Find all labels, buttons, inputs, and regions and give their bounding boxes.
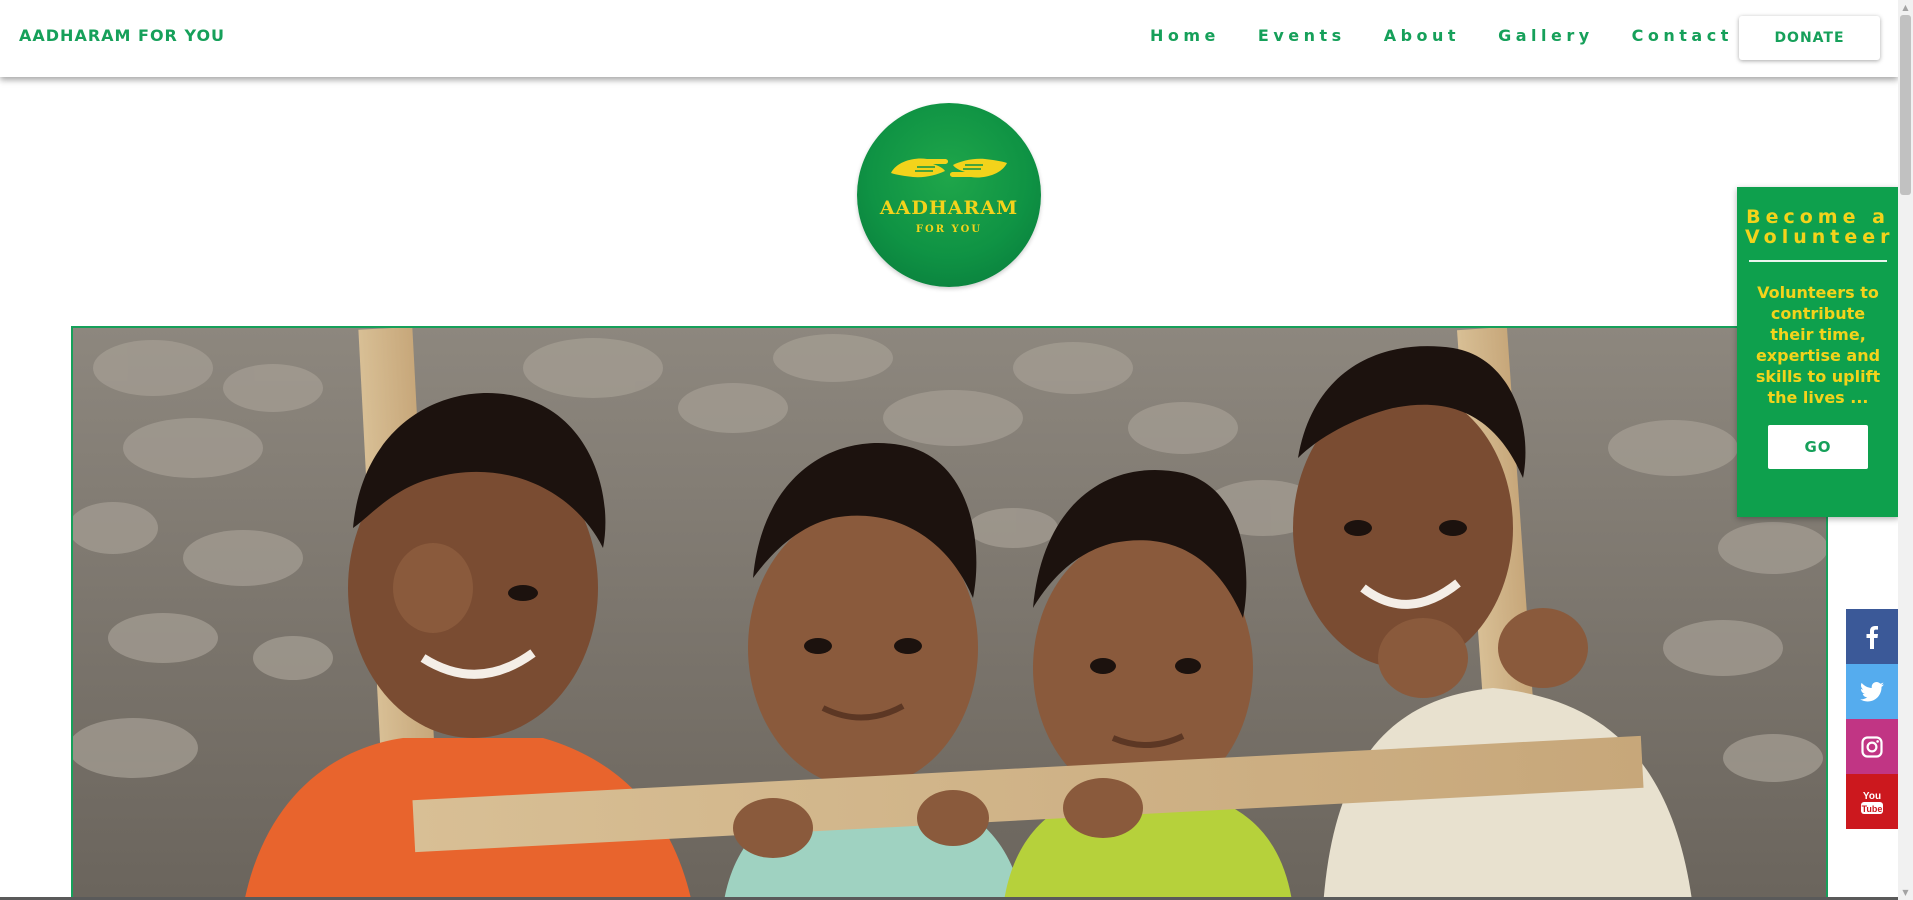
scroll-thumb[interactable] bbox=[1900, 15, 1911, 195]
nav-link-gallery[interactable]: Gallery bbox=[1498, 26, 1594, 45]
social-sidebar: You Tube bbox=[1846, 609, 1898, 829]
children-photo-illustration bbox=[73, 328, 1826, 900]
volunteer-title: Become a Volunteer bbox=[1745, 206, 1895, 248]
top-navbar: AADHARAM FOR YOU Home Events About Galle… bbox=[0, 0, 1898, 77]
nav-link-home[interactable]: Home bbox=[1150, 26, 1220, 45]
instagram-icon bbox=[1846, 719, 1898, 774]
nav-menu: Home Events About Gallery Contact bbox=[1150, 26, 1771, 45]
nav-link-contact[interactable]: Contact bbox=[1632, 26, 1733, 45]
logo-title: AADHARAM bbox=[879, 197, 1019, 219]
volunteer-description: Volunteers to contribute their time, exp… bbox=[1755, 283, 1881, 407]
svg-text:Tube: Tube bbox=[1862, 804, 1883, 814]
facebook-link[interactable] bbox=[1846, 609, 1898, 664]
volunteer-divider bbox=[1749, 260, 1887, 262]
scroll-up-arrow-icon[interactable]: ▲ bbox=[1898, 0, 1913, 15]
brand-link[interactable]: AADHARAM FOR YOU bbox=[19, 26, 225, 45]
facebook-icon bbox=[1846, 609, 1898, 664]
instagram-link[interactable] bbox=[1846, 719, 1898, 774]
scroll-down-arrow-icon[interactable]: ▼ bbox=[1898, 885, 1913, 900]
logo-subtitle: FOR YOU bbox=[915, 224, 983, 235]
hero-image bbox=[71, 326, 1828, 900]
page-scrollbar[interactable]: ▲ ▼ bbox=[1898, 0, 1913, 900]
twitter-icon bbox=[1846, 664, 1898, 719]
helping-hands-icon bbox=[891, 158, 1007, 178]
donate-button[interactable]: DONATE bbox=[1739, 16, 1880, 60]
nav-link-about[interactable]: About bbox=[1384, 26, 1460, 45]
youtube-link[interactable]: You Tube bbox=[1846, 774, 1898, 829]
svg-text:You: You bbox=[1863, 791, 1881, 802]
nav-link-events[interactable]: Events bbox=[1258, 26, 1346, 45]
youtube-icon: You Tube bbox=[1846, 774, 1898, 829]
volunteer-go-button[interactable]: GO bbox=[1768, 425, 1868, 469]
organization-logo: AADHARAM FOR YOU bbox=[857, 103, 1041, 287]
volunteer-panel: Become a Volunteer Volunteers to contrib… bbox=[1737, 187, 1899, 517]
twitter-link[interactable] bbox=[1846, 664, 1898, 719]
